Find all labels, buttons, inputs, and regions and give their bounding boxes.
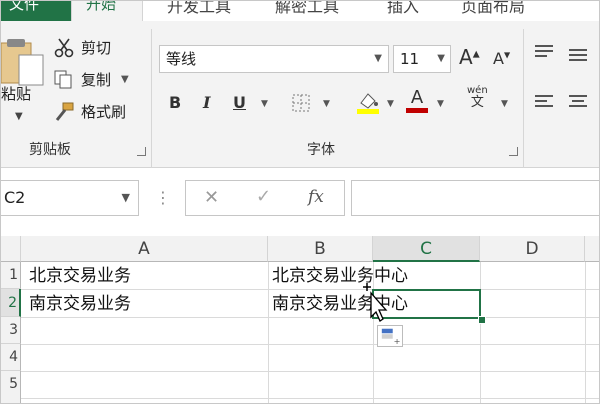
tab-file[interactable]: 文件 xyxy=(1,1,71,21)
cut-label: 剪切 xyxy=(81,39,112,57)
bold-button[interactable]: B xyxy=(169,93,181,112)
row-header-2[interactable]: 2 xyxy=(1,289,21,317)
row-header-5[interactable]: 5 xyxy=(1,371,21,403)
decrease-font-size-button[interactable]: A▼ xyxy=(493,49,510,68)
copy-button[interactable]: 复制 ▼ xyxy=(53,69,129,90)
cancel-icon[interactable]: ✕ xyxy=(204,187,219,208)
phonetic-dropdown-icon[interactable]: ▼ xyxy=(501,99,508,109)
worksheet-grid: A B C D 1 2 3 4 5 北京交易业务 南京交易业务 北京交易业务中心… xyxy=(1,236,599,403)
font-group-label: 字体 xyxy=(307,142,335,158)
grow-font-icon: A xyxy=(459,45,473,69)
copy-dropdown-icon[interactable]: ▼ xyxy=(121,74,129,85)
gridline xyxy=(585,262,586,403)
row-header-3[interactable]: 3 xyxy=(1,317,21,344)
tab-developer[interactable]: 开发工具 xyxy=(167,1,231,17)
fill-color-icon[interactable] xyxy=(355,89,381,115)
cell-a1[interactable]: 北京交易业务 xyxy=(29,263,131,289)
tab-insert[interactable]: 插入 xyxy=(387,1,419,17)
enter-icon[interactable]: ✓ xyxy=(256,186,271,207)
gridline xyxy=(21,317,599,318)
row-header-4[interactable]: 4 xyxy=(1,344,21,371)
clipboard-group-label: 剪贴板 xyxy=(29,142,71,158)
ribbon-tab-bar: 文件 开始 开发工具 解密工具 插入 页面布局 xyxy=(1,1,599,23)
column-header-e[interactable] xyxy=(585,236,599,262)
align-top-icon[interactable] xyxy=(535,45,553,59)
format-painter-icon xyxy=(55,102,74,121)
formula-bar: C2 ▼ ⋮ ✕ ✓ fx xyxy=(1,168,599,236)
phonetic-guide-button[interactable]: wén 文 xyxy=(467,85,488,109)
underline-button[interactable]: U xyxy=(233,93,246,112)
clipboard-dialog-launcher-icon[interactable] xyxy=(137,147,146,156)
format-painter-button[interactable]: 格式刷 xyxy=(53,101,126,122)
gridline xyxy=(21,371,599,372)
font-size-select[interactable]: 11 ▼ xyxy=(393,45,451,73)
gridline xyxy=(21,289,599,290)
column-header-c[interactable]: C xyxy=(373,236,480,262)
phonetic-bottom-label: 文 xyxy=(470,95,484,110)
flash-fill-options-icon[interactable]: + xyxy=(377,325,403,347)
formula-input[interactable] xyxy=(351,180,599,216)
chevron-down-icon: ▼ xyxy=(437,53,445,64)
font-dialog-launcher-icon[interactable] xyxy=(509,147,518,156)
scissors-icon xyxy=(54,38,74,57)
column-header-b[interactable]: B xyxy=(268,236,373,262)
font-name-value: 等线 xyxy=(166,50,197,68)
svg-text:+: + xyxy=(394,336,401,346)
tab-home[interactable]: 开始 xyxy=(71,1,143,23)
formula-buttons: ✕ ✓ fx xyxy=(185,180,345,216)
tab-decrypt[interactable]: 解密工具 xyxy=(275,1,339,17)
cell-a2[interactable]: 南京交易业务 xyxy=(29,291,131,317)
format-painter-label: 格式刷 xyxy=(81,103,127,121)
copy-icon xyxy=(54,70,72,88)
ribbon: 粘贴 ▼ 剪切 复制 ▼ 格式刷 剪贴板 等线 ▼ 11 ▼ A▲ A▼ B I… xyxy=(1,21,599,179)
gridline xyxy=(480,262,481,403)
group-separator xyxy=(151,29,152,179)
increase-font-size-button[interactable]: A▲ xyxy=(459,45,480,69)
copy-label: 复制 xyxy=(81,71,112,89)
italic-button[interactable]: I xyxy=(203,93,210,112)
font-size-value: 11 xyxy=(400,50,420,68)
insert-function-icon[interactable]: fx xyxy=(308,187,324,207)
row-header-1[interactable]: 1 xyxy=(1,262,21,289)
group-separator xyxy=(523,29,524,179)
font-name-select[interactable]: 等线 ▼ xyxy=(159,45,389,73)
fill-handle[interactable] xyxy=(478,316,486,324)
font-color-icon: A xyxy=(410,87,424,108)
font-color-dropdown-icon[interactable]: ▼ xyxy=(437,99,444,109)
chevron-down-icon[interactable]: ▼ xyxy=(122,181,130,215)
align-middle-icon[interactable] xyxy=(569,49,587,63)
shrink-font-icon: A xyxy=(493,49,504,68)
align-left-icon[interactable] xyxy=(535,95,553,109)
name-box-value: C2 xyxy=(4,188,26,207)
column-header-a[interactable]: A xyxy=(21,236,268,262)
paste-dropdown-icon[interactable]: ▼ xyxy=(15,111,23,122)
font-color-button[interactable]: A xyxy=(405,87,429,113)
gridline xyxy=(21,398,599,399)
select-all-corner[interactable] xyxy=(1,236,21,262)
cut-button[interactable]: 剪切 xyxy=(53,37,111,58)
align-center-icon[interactable] xyxy=(569,95,587,109)
fill-color-dropdown-icon[interactable]: ▼ xyxy=(387,99,394,109)
gridline xyxy=(21,344,599,345)
mouse-cursor-icon xyxy=(363,283,388,322)
underline-dropdown-icon[interactable]: ▼ xyxy=(261,99,268,109)
chevron-down-icon: ▼ xyxy=(374,53,382,64)
excel-window: 文件 开始 开发工具 解密工具 插入 页面布局 粘贴 ▼ 剪切 复制 ▼ 格式刷… xyxy=(0,0,600,404)
name-box[interactable]: C2 ▼ xyxy=(1,180,139,216)
tab-page-layout[interactable]: 页面布局 xyxy=(461,1,525,17)
font-color-swatch xyxy=(406,108,428,113)
gridline xyxy=(268,262,269,403)
paste-button[interactable]: 粘贴 xyxy=(1,83,31,104)
border-dropdown-icon[interactable]: ▼ xyxy=(323,99,330,109)
more-options-icon[interactable]: ⋮ xyxy=(155,188,171,207)
column-header-d[interactable]: D xyxy=(480,236,585,262)
border-icon[interactable] xyxy=(291,93,311,113)
